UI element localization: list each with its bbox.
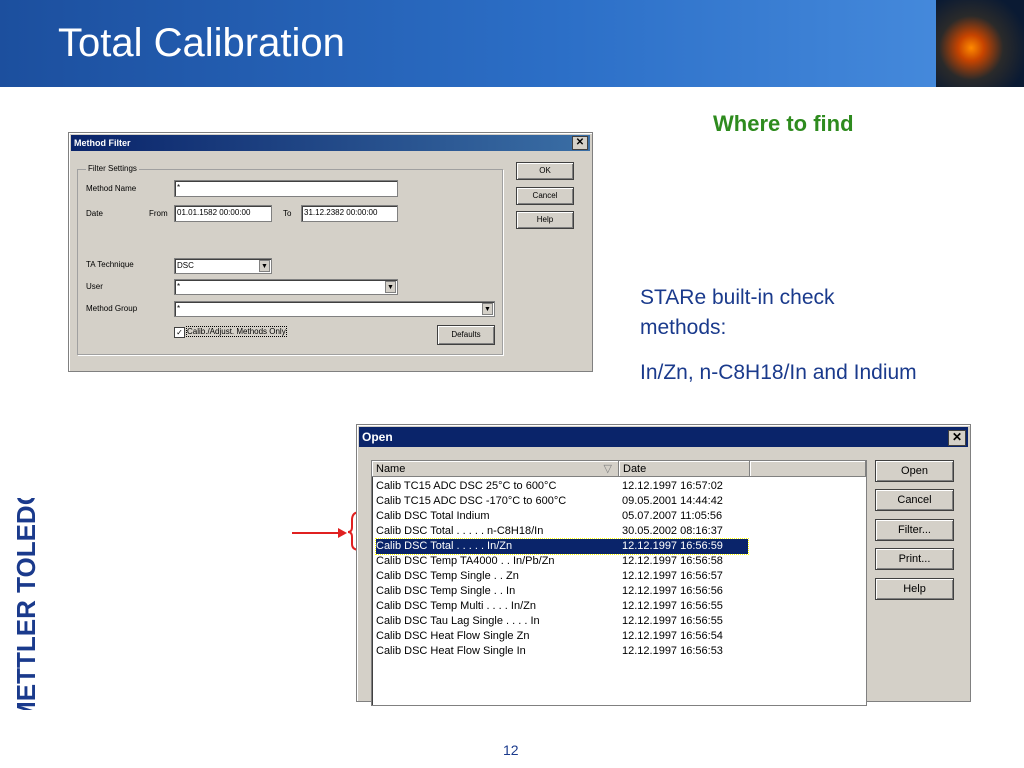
sort-down-icon: ▽ bbox=[603, 463, 612, 475]
method-name-label: Method Name bbox=[86, 184, 137, 193]
list-item-name: Calib DSC Temp Multi . . . . In/Zn bbox=[376, 600, 536, 612]
ta-technique-value: DSC bbox=[177, 261, 194, 270]
list-item-date: 05.07.2007 11:05:56 bbox=[622, 510, 723, 522]
slide-header: Total Calibration bbox=[0, 0, 1024, 87]
list-item-date: 30.05.2002 08:16:37 bbox=[622, 525, 723, 537]
list-item-date: 12.12.1997 16:56:54 bbox=[622, 630, 723, 642]
list-item[interactable]: Calib DSC Total . . . . . In/Zn 12.12.199… bbox=[375, 538, 749, 555]
arrow-head bbox=[338, 528, 347, 538]
mettler-toledo-logo: METTLER TOLEDO bbox=[11, 498, 40, 710]
to-date-input[interactable]: 31.12.2382 00:00:00 bbox=[301, 205, 398, 222]
help-button[interactable]: Help bbox=[516, 211, 574, 229]
ok-button[interactable]: OK bbox=[516, 162, 574, 180]
user-value: * bbox=[177, 282, 181, 291]
list-item-name: Calib TC15 ADC DSC -170°C to 600°C bbox=[376, 495, 567, 507]
method-filter-title: Method Filter bbox=[74, 138, 131, 148]
list-item-date: 12.12.1997 16:56:57 bbox=[622, 570, 723, 582]
method-group-label: Method Group bbox=[86, 304, 138, 313]
open-title: Open bbox=[362, 430, 393, 444]
list-item-name: Calib DSC Heat Flow Single Zn bbox=[376, 630, 530, 642]
list-item-date: 12.12.1997 16:56:55 bbox=[622, 600, 723, 612]
cancel-button[interactable]: Cancel bbox=[516, 187, 574, 205]
close-icon[interactable]: ✕ bbox=[572, 136, 588, 150]
list-item-date: 12.12.1997 16:56:56 bbox=[622, 585, 723, 597]
filter-settings-label: Filter Settings bbox=[86, 164, 139, 173]
method-name-input[interactable]: * bbox=[174, 180, 398, 197]
list-item-date: 12.12.1997 16:56:53 bbox=[622, 645, 723, 657]
list-item-name: Calib DSC Heat Flow Single In bbox=[376, 645, 526, 657]
where-to-find-heading: Where to find bbox=[713, 111, 854, 136]
method-filter-titlebar: Method Filter ✕ bbox=[71, 135, 590, 151]
desc-line-3: In/Zn, n-C8H18/In and Indium bbox=[640, 361, 917, 384]
defaults-button[interactable]: Defaults bbox=[437, 325, 495, 345]
list-item-name: Calib DSC Temp Single . . In bbox=[376, 585, 516, 597]
chevron-down-icon[interactable]: ▼ bbox=[259, 260, 270, 272]
column-header-name-label: Name bbox=[376, 463, 406, 475]
list-item-name: Calib DSC Total . . . . . In/Zn bbox=[376, 540, 513, 552]
list-item-name: Calib DSC Temp Single . . Zn bbox=[376, 570, 519, 582]
list-item-date: 12.12.1997 16:56:59 bbox=[622, 540, 723, 552]
desc-line-1: STARe built-in check bbox=[640, 286, 835, 309]
to-label: To bbox=[283, 209, 292, 218]
ta-technique-label: TA Technique bbox=[86, 260, 134, 269]
calib-methods-checkbox[interactable]: ✓ bbox=[174, 327, 185, 338]
list-item-name: Calib TC15 ADC DSC 25°C to 600°C bbox=[376, 480, 557, 492]
list-item-name: Calib DSC Tau Lag Single . . . . In bbox=[376, 615, 540, 627]
method-filter-dialog: Method Filter ✕ Filter Settings Method N… bbox=[68, 132, 593, 372]
user-label: User bbox=[86, 282, 103, 291]
flame-image bbox=[936, 0, 1024, 87]
method-group-value: * bbox=[177, 304, 181, 313]
list-item-date: 12.12.1997 16:56:55 bbox=[622, 615, 723, 627]
column-header-empty bbox=[750, 461, 866, 477]
column-header-date[interactable]: Date bbox=[619, 461, 750, 477]
print-button[interactable]: Print... bbox=[875, 548, 954, 570]
open-dialog: Open ✕ Name ▽ Date Calib TC15 ADC DSC 25… bbox=[356, 424, 971, 706]
chevron-down-icon[interactable]: ▼ bbox=[482, 303, 493, 315]
from-date-input[interactable]: 01.01.1582 00:00:00 bbox=[174, 205, 272, 222]
list-item-date: 09.05.2001 14:44:42 bbox=[622, 495, 723, 507]
calib-methods-checkbox-label[interactable]: Calib./Adjust. Methods Only bbox=[186, 326, 287, 337]
page-number: 12 bbox=[503, 742, 519, 758]
logo-text: METTLER TOLEDO bbox=[11, 498, 40, 710]
list-item-name: Calib DSC Total . . . . . n-C8H18/In bbox=[376, 525, 544, 537]
filter-button[interactable]: Filter... bbox=[875, 519, 954, 541]
from-label: From bbox=[149, 209, 168, 218]
chevron-down-icon[interactable]: ▼ bbox=[385, 281, 396, 293]
help-button[interactable]: Help bbox=[875, 578, 954, 600]
list-item-name: Calib DSC Total Indium bbox=[376, 510, 490, 522]
column-header-name[interactable]: Name ▽ bbox=[372, 461, 619, 477]
list-item-date: 12.12.1997 16:56:58 bbox=[622, 555, 723, 567]
list-item-name: Calib DSC Temp TA4000 . . In/Pb/Zn bbox=[376, 555, 555, 567]
pointer-arrow bbox=[292, 511, 361, 551]
ta-technique-select[interactable]: DSC ▼ bbox=[174, 258, 272, 274]
slide-title: Total Calibration bbox=[58, 21, 345, 65]
open-button[interactable]: Open bbox=[875, 460, 954, 482]
method-group-select[interactable]: * ▼ bbox=[174, 301, 495, 317]
open-titlebar: Open ✕ bbox=[359, 427, 968, 447]
close-icon[interactable]: ✕ bbox=[948, 430, 966, 446]
date-label: Date bbox=[86, 209, 103, 218]
list-item-date: 12.12.1997 16:57:02 bbox=[622, 480, 723, 492]
user-select[interactable]: * ▼ bbox=[174, 279, 398, 295]
method-list[interactable]: Name ▽ Date Calib TC15 ADC DSC 25°C to 6… bbox=[371, 460, 867, 706]
cancel-button[interactable]: Cancel bbox=[875, 489, 954, 511]
desc-line-2: methods: bbox=[640, 316, 727, 339]
